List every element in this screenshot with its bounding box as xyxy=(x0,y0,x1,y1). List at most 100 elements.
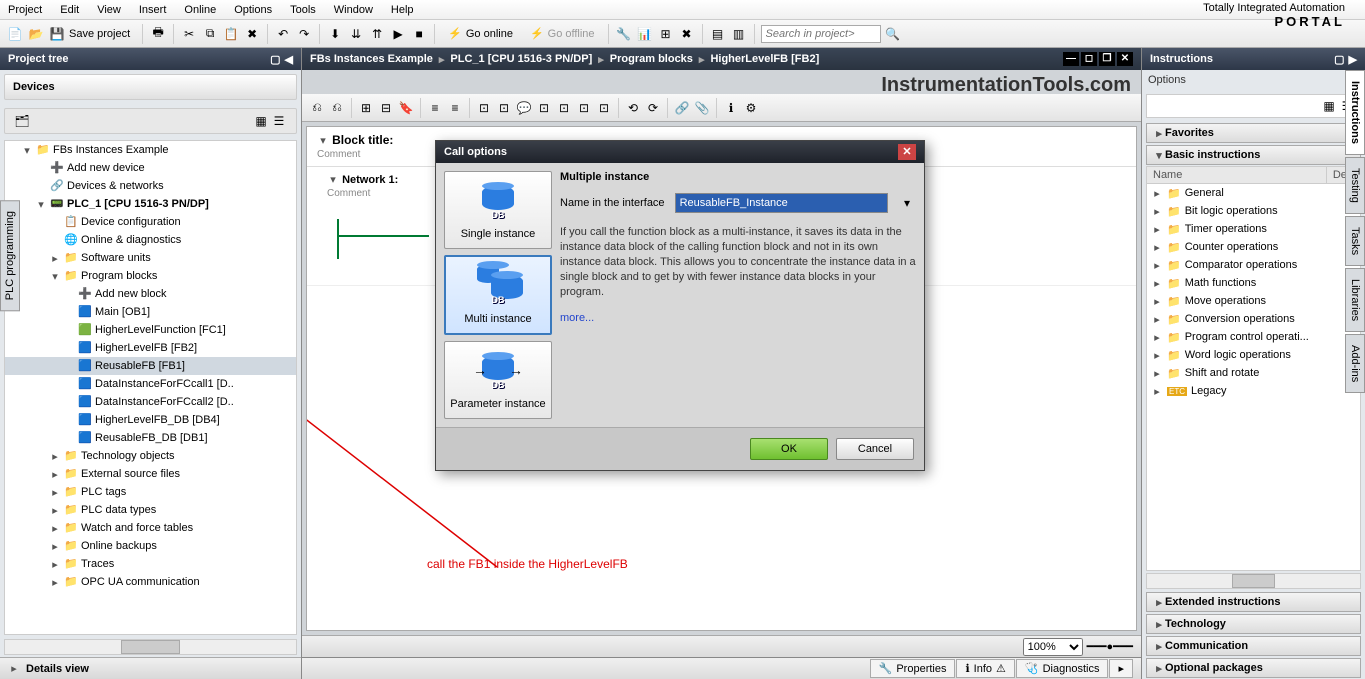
project-tree[interactable]: ▾📁FBs Instances Example ➕Add new device🔗… xyxy=(4,140,297,635)
opt-icon[interactable]: ▦ xyxy=(1320,97,1338,115)
instr-item[interactable]: ▸📁Program control operati... xyxy=(1147,328,1360,346)
tree-item[interactable]: ▸📁Online backups xyxy=(5,537,296,555)
maximize-icon[interactable]: ◻ xyxy=(1081,52,1097,66)
tree-item[interactable]: ▸📁Watch and force tables xyxy=(5,519,296,537)
ed-icon[interactable]: ⊟ xyxy=(377,99,395,117)
instr-item[interactable]: ▸📁Shift and rotate xyxy=(1147,364,1360,382)
ed-icon[interactable]: ℹ xyxy=(722,99,740,117)
ed-icon[interactable]: ≡ xyxy=(446,99,464,117)
undo-icon[interactable]: ↶ xyxy=(274,25,292,43)
menu-options[interactable]: Options xyxy=(234,4,272,16)
cancel-button[interactable]: Cancel xyxy=(836,438,914,460)
tree-item[interactable]: ▸📁PLC data types xyxy=(5,501,296,519)
cut-icon[interactable]: ✂ xyxy=(180,25,198,43)
split-h-icon[interactable]: ▤ xyxy=(709,25,727,43)
open-project-icon[interactable]: 📂 xyxy=(27,25,45,43)
instr-item[interactable]: ▸📁Comparator operations xyxy=(1147,256,1360,274)
stop-icon[interactable]: ■ xyxy=(410,25,428,43)
instance-name-input[interactable] xyxy=(675,193,888,213)
ed-icon[interactable]: 📎 xyxy=(693,99,711,117)
minimize-icon[interactable]: — xyxy=(1063,52,1079,66)
instr-item[interactable]: ▸📁Timer operations xyxy=(1147,220,1360,238)
tree-item[interactable]: ➕Add new device xyxy=(5,159,296,177)
ed-icon[interactable]: ⊡ xyxy=(555,99,573,117)
menu-window[interactable]: Window xyxy=(334,4,373,16)
opt-multi-instance[interactable]: DB Multi instance xyxy=(444,255,552,335)
ok-button[interactable]: OK xyxy=(750,438,828,460)
tree-item[interactable]: ▸📁Traces xyxy=(5,555,296,573)
ed-icon[interactable]: ⊡ xyxy=(495,99,513,117)
acc-extended[interactable]: ▸Extended instructions xyxy=(1146,592,1361,612)
delete-icon[interactable]: ✖ xyxy=(243,25,261,43)
tree-item[interactable]: 🟦ReusableFB_DB [DB1] xyxy=(5,429,296,447)
tool-icon-1[interactable]: 🔧 xyxy=(615,25,633,43)
redo-icon[interactable]: ↷ xyxy=(295,25,313,43)
tab-more[interactable]: ▸ xyxy=(1109,659,1133,678)
tree-root[interactable]: ▾📁FBs Instances Example xyxy=(5,141,296,159)
ed-icon[interactable]: ⎌ xyxy=(328,99,346,117)
new-project-icon[interactable]: 📄 xyxy=(6,25,24,43)
print-icon[interactable]: 🖶 xyxy=(149,25,167,43)
instr-item[interactable]: ▸📁Move operations xyxy=(1147,292,1360,310)
ed-icon[interactable]: ⟳ xyxy=(644,99,662,117)
instr-item[interactable]: ▸📁Counter operations xyxy=(1147,238,1360,256)
more-link[interactable]: more... xyxy=(560,312,594,324)
save-icon[interactable]: 💾 xyxy=(48,25,66,43)
instr-item[interactable]: ▸📁General xyxy=(1147,184,1360,202)
dialog-title-bar[interactable]: Call options ✕ xyxy=(436,141,924,163)
acc-communication[interactable]: ▸Communication xyxy=(1146,636,1361,656)
tool-icon-3[interactable]: ⊞ xyxy=(657,25,675,43)
tree-item[interactable]: 🔗Devices & networks xyxy=(5,177,296,195)
side-tab-tasks[interactable]: Tasks xyxy=(1345,216,1365,266)
paste-icon[interactable]: 📋 xyxy=(222,25,240,43)
ed-icon[interactable]: ≡ xyxy=(426,99,444,117)
instr-item[interactable]: ▸ETCLegacy xyxy=(1147,382,1360,400)
ed-icon[interactable]: ⟲ xyxy=(624,99,642,117)
tree-tool-icon[interactable]: 🗂 xyxy=(13,112,31,130)
tab-properties[interactable]: 🔧 Properties xyxy=(870,659,956,678)
side-tab-addins[interactable]: Add-ins xyxy=(1345,334,1365,393)
pin-icon[interactable]: ◀ xyxy=(285,53,293,66)
search-input[interactable] xyxy=(761,25,881,43)
acc-basic[interactable]: ▾Basic instructions xyxy=(1146,145,1361,165)
instr-scrollbar[interactable] xyxy=(1146,573,1361,589)
tree-item[interactable]: 🌐Online & diagnostics xyxy=(5,231,296,249)
filter-input[interactable] xyxy=(1151,100,1320,112)
split-v-icon[interactable]: ▥ xyxy=(730,25,748,43)
acc-optional[interactable]: ▸Optional packages xyxy=(1146,658,1361,678)
ed-icon[interactable]: 💬 xyxy=(515,99,533,117)
ed-icon[interactable]: ⚙ xyxy=(742,99,760,117)
ed-icon[interactable]: ⊞ xyxy=(357,99,375,117)
browse-icon[interactable]: ▾ xyxy=(898,194,916,212)
tree-item[interactable]: 🟦HigherLevelFB [FB2] xyxy=(5,339,296,357)
opt-single-instance[interactable]: DB Single instance xyxy=(444,171,552,249)
instr-item[interactable]: ▸📁Word logic operations xyxy=(1147,346,1360,364)
menu-online[interactable]: Online xyxy=(184,4,216,16)
ed-icon[interactable]: 🔗 xyxy=(673,99,691,117)
tree-item[interactable]: ▸📁Technology objects xyxy=(5,447,296,465)
side-tab-testing[interactable]: Testing xyxy=(1345,157,1365,214)
compile-icon[interactable]: ⬇ xyxy=(326,25,344,43)
menu-insert[interactable]: Insert xyxy=(139,4,167,16)
tree-item[interactable]: 🟦ReusableFB [FB1] xyxy=(5,357,296,375)
instr-item[interactable]: ▸📁Conversion operations xyxy=(1147,310,1360,328)
ed-icon[interactable]: ⊡ xyxy=(475,99,493,117)
acc-technology[interactable]: ▸Technology xyxy=(1146,614,1361,634)
tree-item[interactable]: ▸📁Software units xyxy=(5,249,296,267)
go-offline-button[interactable]: ⚡Go offline xyxy=(523,24,602,43)
tree-item[interactable]: 🟦Main [OB1] xyxy=(5,303,296,321)
tree-item[interactable]: ▾📟PLC_1 [CPU 1516-3 PN/DP] xyxy=(5,195,296,213)
tree-item[interactable]: 🟦HigherLevelFB_DB [DB4] xyxy=(5,411,296,429)
menu-edit[interactable]: Edit xyxy=(60,4,79,16)
tab-info[interactable]: ℹ Info ⚠ xyxy=(956,659,1014,678)
ed-icon[interactable]: ⊡ xyxy=(575,99,593,117)
search-icon[interactable]: 🔍 xyxy=(884,25,902,43)
tree-item[interactable]: ▸📁PLC tags xyxy=(5,483,296,501)
ed-icon[interactable]: ⎌ xyxy=(308,99,326,117)
close-all-icon[interactable]: ✖ xyxy=(678,25,696,43)
instr-item[interactable]: ▸📁Math functions xyxy=(1147,274,1360,292)
tree-item[interactable]: ▾📁Program blocks xyxy=(5,267,296,285)
menu-help[interactable]: Help xyxy=(391,4,414,16)
ed-icon[interactable]: 🔖 xyxy=(397,99,415,117)
tab-diagnostics[interactable]: 🩺 Diagnostics xyxy=(1016,659,1109,678)
